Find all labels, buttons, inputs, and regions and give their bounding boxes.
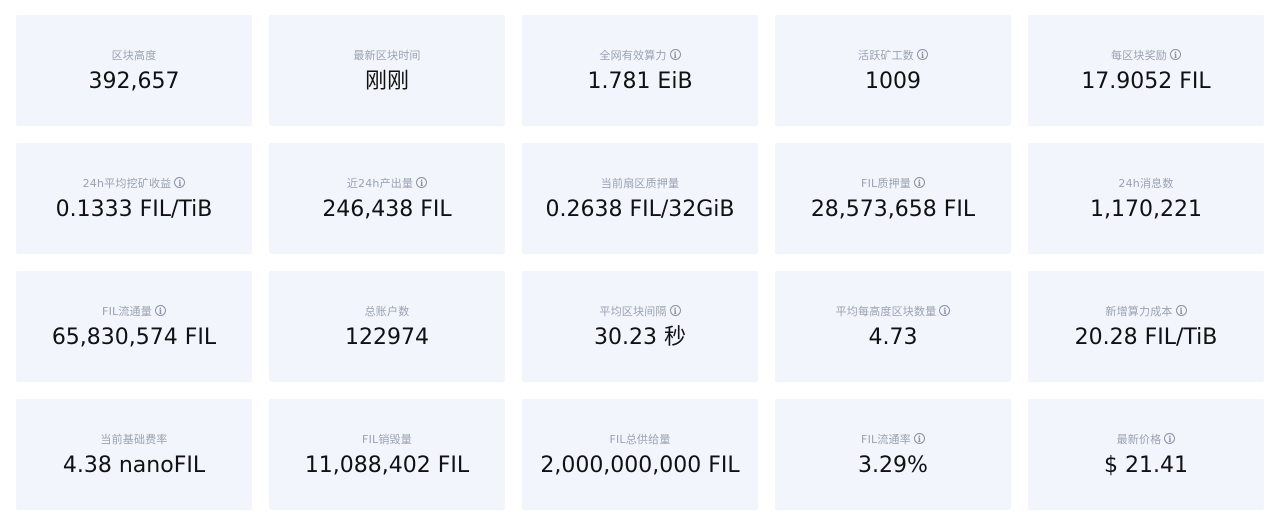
stat-label-row: FIL流通率 i [861, 431, 925, 447]
stat-value: 392,657 [88, 68, 180, 94]
stat-label: 24h消息数 [1118, 176, 1174, 190]
stat-value: 65,830,574 FIL [51, 324, 217, 350]
stat-card-total-accounts: 总账户数 122974 [269, 271, 505, 382]
stat-value: 1.781 EiB [587, 68, 693, 94]
stat-label: 平均每高度区块数量 [835, 304, 937, 318]
info-icon[interactable]: i [1170, 49, 1181, 60]
stat-card-fil-circulating: FIL流通量 i 65,830,574 FIL [16, 271, 252, 382]
stat-value: 1009 [865, 68, 921, 94]
stat-label-row: 平均每高度区块数量 i [836, 303, 951, 319]
stat-label: 最新区块时间 [353, 48, 421, 62]
stat-card-new-power-cost: 新增算力成本 i 20.28 FIL/TiB [1028, 271, 1264, 382]
stat-value: 2,000,000,000 FIL [540, 452, 740, 478]
stat-label-row: 活跃矿工数 i [858, 47, 928, 63]
info-icon[interactable]: i [669, 305, 681, 316]
stat-label-row: FIL质押量 i [861, 175, 925, 191]
stat-value: 17.9052 FIL [1081, 68, 1211, 94]
stat-card-fil-burned: FIL销毁量 11,088,402 FIL [269, 399, 505, 510]
stat-label: 每区块奖励 [1111, 48, 1167, 62]
stat-label-row: 区块高度 [112, 47, 157, 63]
stat-label-row: 最新价格 i [1117, 431, 1176, 447]
stat-card-avg-blocks-per-height: 平均每高度区块数量 i 4.73 [775, 271, 1011, 382]
stat-card-latest-block-time: 最新区块时间 刚刚 [269, 15, 505, 126]
stat-label: FIL流通量 [102, 304, 152, 318]
stat-label-row: 全网有效算力 i [599, 47, 681, 63]
stat-label-row: 总账户数 [365, 303, 410, 319]
info-icon[interactable]: i [917, 49, 928, 60]
stat-value: 刚刚 [364, 68, 409, 94]
stat-label: 活跃矿工数 [858, 48, 914, 62]
stat-label: FIL销毁量 [362, 432, 412, 446]
stat-label: 平均区块间隔 [599, 304, 667, 318]
stat-label: 全网有效算力 [599, 48, 667, 62]
stat-value: 246,438 FIL [322, 196, 452, 222]
stat-label: 新增算力成本 [1105, 304, 1173, 318]
stats-grid: 区块高度 392,657 最新区块时间 刚刚 全网有效算力 i 1.781 Ei… [16, 15, 1264, 510]
stat-label-row: FIL流通量 i [102, 303, 166, 319]
stat-card-base-fee: 当前基础费率 4.38 nanoFIL [16, 399, 252, 510]
info-icon[interactable]: i [1175, 305, 1187, 316]
stat-card-active-miners: 活跃矿工数 i 1009 [775, 15, 1011, 126]
stat-label: 24h平均挖矿收益 [82, 176, 172, 190]
info-icon[interactable]: i [154, 305, 166, 316]
stat-label-row: 每区块奖励 i [1111, 47, 1181, 63]
stat-value: 30.23 秒 [594, 324, 686, 350]
stat-label-row: 平均区块间隔 i [599, 303, 681, 319]
stat-label: FIL总供给量 [609, 432, 671, 446]
stat-card-network-power: 全网有效算力 i 1.781 EiB [522, 15, 758, 126]
stat-card-fil-circulation-rate: FIL流通率 i 3.29% [775, 399, 1011, 510]
info-icon[interactable]: i [1164, 433, 1176, 444]
stat-label-row: FIL总供给量 [609, 431, 670, 447]
stat-card-24h-mining-reward: 24h平均挖矿收益 i 0.1333 FIL/TiB [16, 143, 252, 254]
stat-label-row: 近24h产出量 i [346, 175, 428, 191]
stat-card-avg-block-interval: 平均区块间隔 i 30.23 秒 [522, 271, 758, 382]
stat-label-row: 新增算力成本 i [1105, 303, 1187, 319]
stat-value: 4.73 [868, 324, 918, 350]
stat-label-row: 24h平均挖矿收益 i [83, 175, 186, 191]
info-icon[interactable]: i [913, 433, 925, 444]
stat-value: 20.28 FIL/TiB [1074, 324, 1218, 350]
stat-value: 4.38 nanoFIL [62, 452, 206, 478]
stat-card-sector-pledge: 当前扇区质押量 0.2638 FIL/32GiB [522, 143, 758, 254]
stat-card-latest-price: 最新价格 i $ 21.41 [1028, 399, 1264, 510]
stat-card-fil-pledged: FIL质押量 i 28,573,658 FIL [775, 143, 1011, 254]
stat-value: 28,573,658 FIL [810, 196, 976, 222]
stat-label-row: 24h消息数 [1118, 175, 1173, 191]
stat-card-block-reward: 每区块奖励 i 17.9052 FIL [1028, 15, 1264, 126]
info-icon[interactable]: i [416, 177, 428, 188]
stat-label-row: 当前基础费率 [100, 431, 167, 447]
stat-value: 122974 [345, 324, 429, 350]
stat-value: 0.1333 FIL/TiB [55, 196, 213, 222]
stat-value: $ 21.41 [1104, 452, 1188, 478]
info-icon[interactable]: i [939, 305, 951, 316]
stat-label: 当前基础费率 [100, 432, 168, 446]
stat-value: 1,170,221 [1090, 196, 1202, 222]
stat-card-24h-messages: 24h消息数 1,170,221 [1028, 143, 1264, 254]
stat-label-row: FIL销毁量 [362, 431, 412, 447]
stat-card-block-height: 区块高度 392,657 [16, 15, 252, 126]
stat-label: 最新价格 [1116, 432, 1162, 446]
stat-label: 总账户数 [364, 304, 410, 318]
stat-label: FIL质押量 [861, 176, 911, 190]
stat-value: 3.29% [858, 452, 928, 478]
stat-label: FIL流通率 [861, 432, 911, 446]
stat-label: 区块高度 [111, 48, 157, 62]
info-icon[interactable]: i [174, 177, 186, 188]
info-icon[interactable]: i [669, 49, 681, 60]
stat-label-row: 最新区块时间 [353, 47, 420, 63]
stat-label: 近24h产出量 [346, 176, 414, 190]
stat-label-row: 当前扇区质押量 [601, 175, 679, 191]
stat-value: 11,088,402 FIL [304, 452, 470, 478]
stat-label: 当前扇区质押量 [600, 176, 680, 190]
info-icon[interactable]: i [913, 177, 925, 188]
stat-card-fil-total-supply: FIL总供给量 2,000,000,000 FIL [522, 399, 758, 510]
stat-card-24h-output: 近24h产出量 i 246,438 FIL [269, 143, 505, 254]
stat-value: 0.2638 FIL/32GiB [545, 196, 735, 222]
